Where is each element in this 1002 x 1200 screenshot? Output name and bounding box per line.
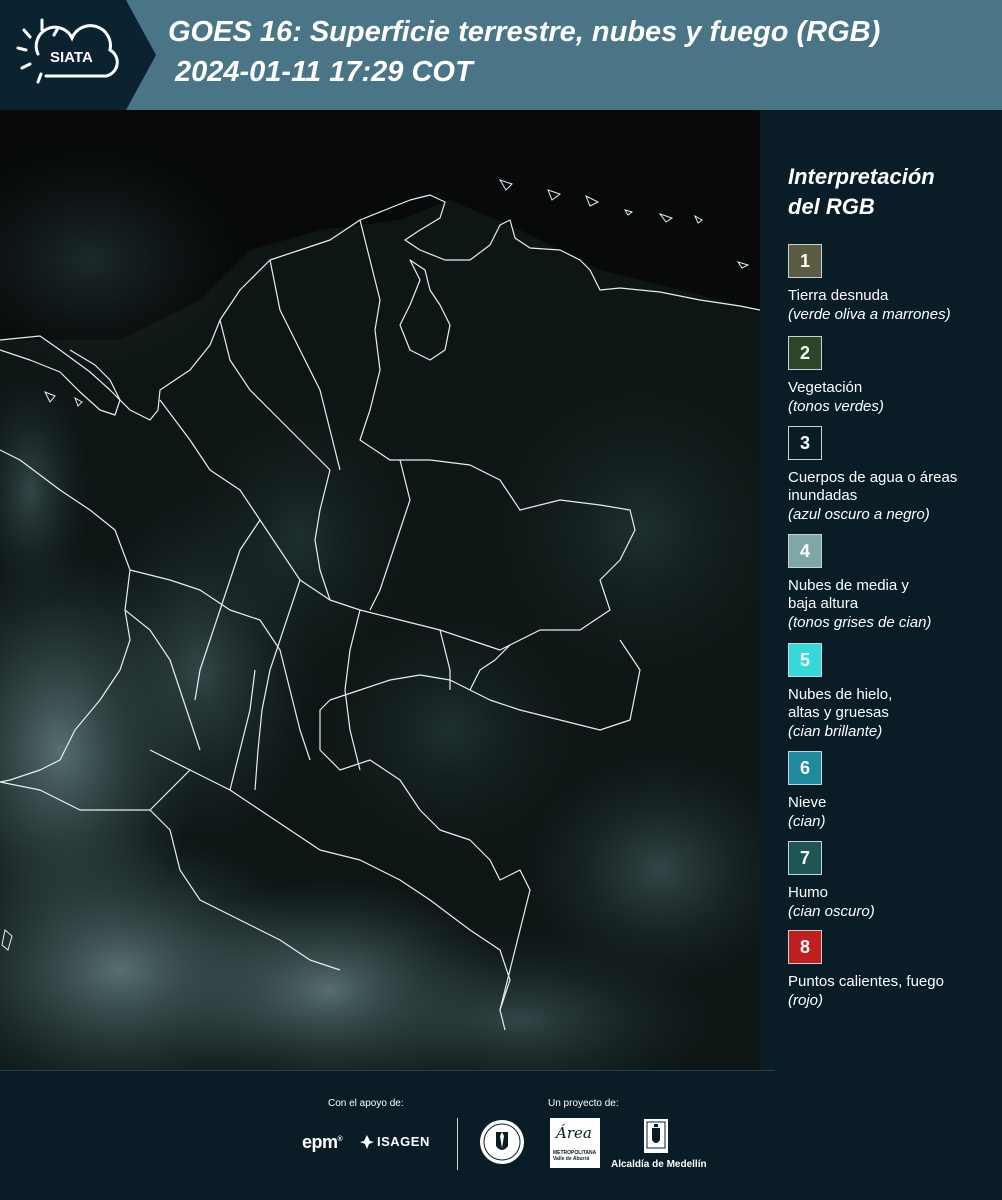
medellin-shield-icon[interactable]	[643, 1118, 669, 1154]
legend-title: Interpretación del RGB	[788, 164, 935, 219]
legend-item-water: 3 Cuerpos de agua o áreas inundadas (azu…	[788, 426, 998, 524]
footer-divider-line	[0, 1070, 775, 1071]
legend-item-mid-low-clouds: 4 Nubes de media y baja altura (tonos gr…	[788, 534, 998, 632]
support-label: Con el apoyo de:	[328, 1098, 404, 1109]
legend-sub: (cian brillante)	[788, 723, 883, 740]
legend-swatch: 4	[788, 534, 822, 568]
legend-item-smoke: 7 Humo (cian oscuro)	[788, 841, 998, 921]
legend-sub: (tonos grises de cian)	[788, 614, 932, 631]
antioquia-seal-icon[interactable]	[478, 1118, 526, 1166]
isagen-mark-icon	[360, 1134, 374, 1149]
legend-item-ice-clouds: 5 Nubes de hielo, altas y gruesas (cian …	[788, 643, 998, 741]
legend-swatch: 7	[788, 841, 822, 875]
map-canvas	[0, 110, 760, 1070]
legend-label: Humo	[788, 884, 829, 901]
isagen-logo[interactable]: ISAGEN	[360, 1134, 430, 1149]
alcaldia-label: Alcaldía de Medellín	[611, 1159, 707, 1170]
legend-label: Puntos calientes, fuego	[788, 973, 944, 990]
footer: Con el apoyo de: Un proyecto de: epm® IS…	[0, 1070, 1002, 1200]
satellite-map[interactable]	[0, 110, 760, 1070]
logo-arrow-shape	[126, 0, 156, 110]
legend-swatch: 6	[788, 751, 822, 785]
legend-sub: (verde oliva a marrones)	[788, 306, 951, 323]
registered-icon: ®	[337, 1136, 343, 1143]
legend-swatch: 5	[788, 643, 822, 677]
legend-sub: (cian)	[788, 813, 826, 830]
page-timestamp: 2024-01-11 17:29 COT	[175, 56, 473, 88]
siata-sun-cloud-icon: SIATA	[16, 18, 119, 84]
legend-sub: (rojo)	[788, 992, 824, 1009]
legend-label: Vegetación	[788, 379, 863, 396]
rgb-legend: Interpretación del RGB 1 Tierra desnuda …	[760, 110, 1002, 1070]
legend-label: Tierra desnuda	[788, 287, 889, 304]
legend-sub: (tonos verdes)	[788, 398, 884, 415]
siata-logo[interactable]: SIATA	[0, 0, 126, 110]
legend-swatch: 2	[788, 336, 822, 370]
legend-label: Nubes de hielo, altas y gruesas	[788, 686, 893, 721]
epm-logo[interactable]: epm®	[302, 1132, 343, 1153]
legend-sub: (cian oscuro)	[788, 903, 875, 920]
legend-label: Nieve	[788, 794, 827, 811]
header: SIATA GOES 16: Superficie terrestre, nub…	[0, 0, 1002, 110]
legend-label: Cuerpos de agua o áreas inundadas	[788, 469, 958, 504]
legend-label: Nubes de media y baja altura	[788, 577, 909, 612]
legend-swatch: 1	[788, 244, 822, 278]
legend-item-bare-land: 1 Tierra desnuda (verde oliva a marrones…	[788, 244, 998, 324]
svg-text:SIATA: SIATA	[50, 49, 93, 66]
page-title: GOES 16: Superficie terrestre, nubes y f…	[168, 16, 881, 48]
legend-swatch: 3	[788, 426, 822, 460]
legend-item-snow: 6 Nieve (cian)	[788, 751, 998, 831]
legend-item-vegetation: 2 Vegetación (tonos verdes)	[788, 336, 998, 416]
legend-swatch: 8	[788, 930, 822, 964]
legend-item-fire: 8 Puntos calientes, fuego (rojo)	[788, 930, 998, 1010]
footer-separator	[457, 1118, 458, 1170]
project-label: Un proyecto de:	[548, 1098, 619, 1109]
legend-sub: (azul oscuro a negro)	[788, 506, 930, 523]
area-metropolitana-logo[interactable]: Área METROPOLITANA Valle de Aburrá	[550, 1118, 600, 1168]
